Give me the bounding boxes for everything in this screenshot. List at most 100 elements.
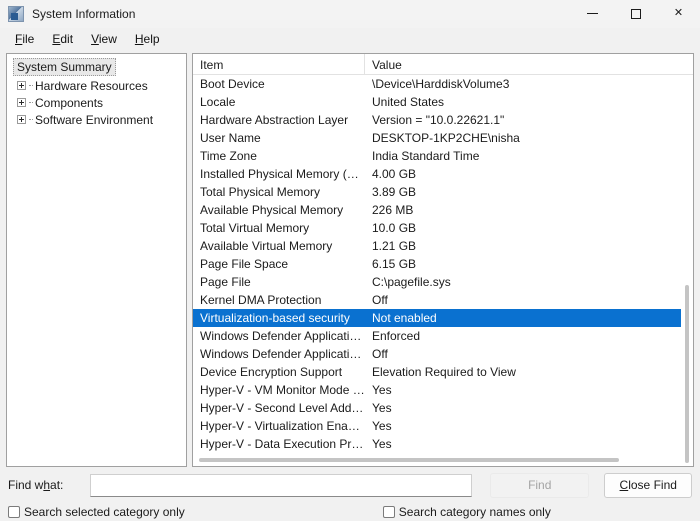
system-information-icon (8, 5, 24, 22)
table-row[interactable]: Kernel DMA Protection Off (193, 291, 693, 309)
cell-value: 3.89 GB (372, 185, 417, 199)
horizontal-scrollbar[interactable] (193, 454, 681, 466)
table-row[interactable]: Windows Defender Application... Off (193, 345, 693, 363)
cell-value: 10.0 GB (372, 221, 417, 235)
cell-item: Hyper-V - Data Execution Prote... (200, 437, 365, 451)
table-row[interactable]: Locale United States (193, 93, 693, 111)
cell-value: Off (372, 347, 388, 361)
table-row[interactable]: Hardware Abstraction Layer Version = "10.… (193, 111, 693, 129)
expand-plus-icon[interactable] (17, 115, 26, 124)
close-button[interactable]: ✕ (657, 0, 700, 28)
checkbox-icon[interactable] (382, 506, 395, 518)
table-row[interactable]: Hyper-V - VM Monitor Mode E... Yes (193, 381, 693, 399)
window-controls: ✕ (571, 0, 700, 28)
close-find-button[interactable]: Close Find (604, 472, 692, 498)
maximize-icon (630, 8, 641, 19)
menu-item-file[interactable]: File (6, 30, 43, 48)
cell-item: Boot Device (200, 77, 265, 91)
table-row[interactable]: Device Encryption Support Elevation Requi… (193, 363, 693, 381)
table-row[interactable]: Hyper-V - Data Execution Prote... Yes (193, 435, 693, 453)
maximize-button[interactable] (614, 0, 657, 28)
cell-value: Elevation Required to View (372, 365, 516, 379)
column-header-item[interactable]: Item (193, 54, 365, 75)
cell-item: Available Virtual Memory (200, 239, 333, 253)
category-tree[interactable]: System Summary Hardware Resources Compon… (6, 53, 187, 467)
vertical-scrollbar[interactable] (681, 75, 693, 463)
table-row[interactable]: Virtualization-based security Not enabled (193, 309, 693, 327)
table-row[interactable]: Available Physical Memory 226 MB (193, 201, 693, 219)
tree-connector (29, 85, 33, 86)
find-what-label: Find what: (8, 478, 64, 492)
find-options-row: Search selected category only Search cat… (8, 503, 692, 521)
cell-value: 1.21 GB (372, 239, 417, 253)
table-row[interactable]: Page File Space 6.15 GB (193, 255, 693, 273)
vertical-scrollbar-thumb[interactable] (685, 285, 689, 463)
cell-item: Total Physical Memory (200, 185, 321, 199)
table-row[interactable]: Windows Defender Application... Enforced (193, 327, 693, 345)
search-category-names-checkbox[interactable]: Search category names only (382, 505, 551, 519)
cell-value: United States (372, 95, 445, 109)
column-header-value[interactable]: Value (365, 54, 693, 75)
table-row[interactable]: User Name DESKTOP-1KP2CHE\nisha (193, 129, 693, 147)
horizontal-scrollbar-thumb[interactable] (199, 458, 619, 462)
cell-item: Locale (200, 95, 236, 109)
tree-item-label: Software Environment (35, 112, 154, 127)
menu-item-edit[interactable]: Edit (43, 30, 82, 48)
cell-value: DESKTOP-1KP2CHE\nisha (372, 131, 520, 145)
tree-item-system-summary[interactable]: System Summary (13, 58, 116, 76)
cell-item: Total Virtual Memory (200, 221, 310, 235)
cell-item: Installed Physical Memory (RAM) (200, 167, 365, 181)
menu-item-help[interactable]: Help (126, 30, 169, 48)
find-bar: Find what: Find Close Find Search select… (0, 467, 700, 521)
tree-item-components[interactable]: Components (11, 94, 184, 111)
cell-value: 226 MB (372, 203, 414, 217)
title-bar: System Information ✕ (0, 0, 700, 28)
cell-value: 4.00 GB (372, 167, 417, 181)
close-icon: ✕ (673, 7, 684, 19)
cell-item: Kernel DMA Protection (200, 293, 322, 307)
tree-item-software-environment[interactable]: Software Environment (11, 111, 184, 128)
cell-value: 6.15 GB (372, 257, 417, 271)
list-header: Item Value (193, 54, 693, 75)
table-row[interactable]: Total Physical Memory 3.89 GB (193, 183, 693, 201)
menu-item-view[interactable]: View (82, 30, 126, 48)
tree-children: Hardware Resources Components Software E… (11, 77, 184, 128)
cell-item: Hardware Abstraction Layer (200, 113, 349, 127)
table-row[interactable]: Available Virtual Memory 1.21 GB (193, 237, 693, 255)
cell-value: Yes (372, 419, 392, 433)
tree-item-label: Hardware Resources (35, 78, 148, 93)
cell-item: Virtualization-based security (200, 311, 350, 325)
minimize-icon (587, 13, 598, 14)
main-content: System Summary Hardware Resources Compon… (0, 50, 700, 467)
checkbox-icon[interactable] (8, 506, 20, 518)
find-button[interactable]: Find (490, 472, 590, 498)
table-row[interactable]: Total Virtual Memory 10.0 GB (193, 219, 693, 237)
cell-item: Page File Space (200, 257, 289, 271)
cell-value: Not enabled (372, 311, 437, 325)
expand-plus-icon[interactable] (17, 98, 26, 107)
minimize-button[interactable] (571, 0, 614, 28)
table-row[interactable]: Hyper-V - Second Level Addres... Yes (193, 399, 693, 417)
cell-item: User Name (200, 131, 261, 145)
expand-plus-icon[interactable] (17, 81, 26, 90)
table-row[interactable]: Installed Physical Memory (RAM) 4.00 GB (193, 165, 693, 183)
cell-item: Page File (200, 275, 251, 289)
find-input[interactable] (90, 473, 472, 497)
cell-item: Hyper-V - Virtualization Enable... (200, 419, 365, 433)
search-selected-category-checkbox[interactable]: Search selected category only (8, 505, 185, 519)
cell-value: India Standard Time (372, 149, 480, 163)
cell-value: Version = "10.0.22621.1" (372, 113, 505, 127)
table-row[interactable]: Page File C:\pagefile.sys (193, 273, 693, 291)
table-row[interactable]: Time Zone India Standard Time (193, 147, 693, 165)
window-title: System Information (32, 6, 136, 21)
menu-bar: File Edit View Help (0, 28, 700, 50)
cell-item: Hyper-V - VM Monitor Mode E... (200, 383, 365, 397)
table-row[interactable]: Hyper-V - Virtualization Enable... Yes (193, 417, 693, 435)
cell-item: Device Encryption Support (200, 365, 343, 379)
tree-item-hardware-resources[interactable]: Hardware Resources (11, 77, 184, 94)
table-row[interactable]: Boot Device \Device\HarddiskVolume3 (193, 75, 693, 93)
cell-value: Off (372, 293, 388, 307)
tree-connector (29, 102, 33, 103)
cell-value: Yes (372, 383, 392, 397)
tree-connector (29, 119, 33, 120)
